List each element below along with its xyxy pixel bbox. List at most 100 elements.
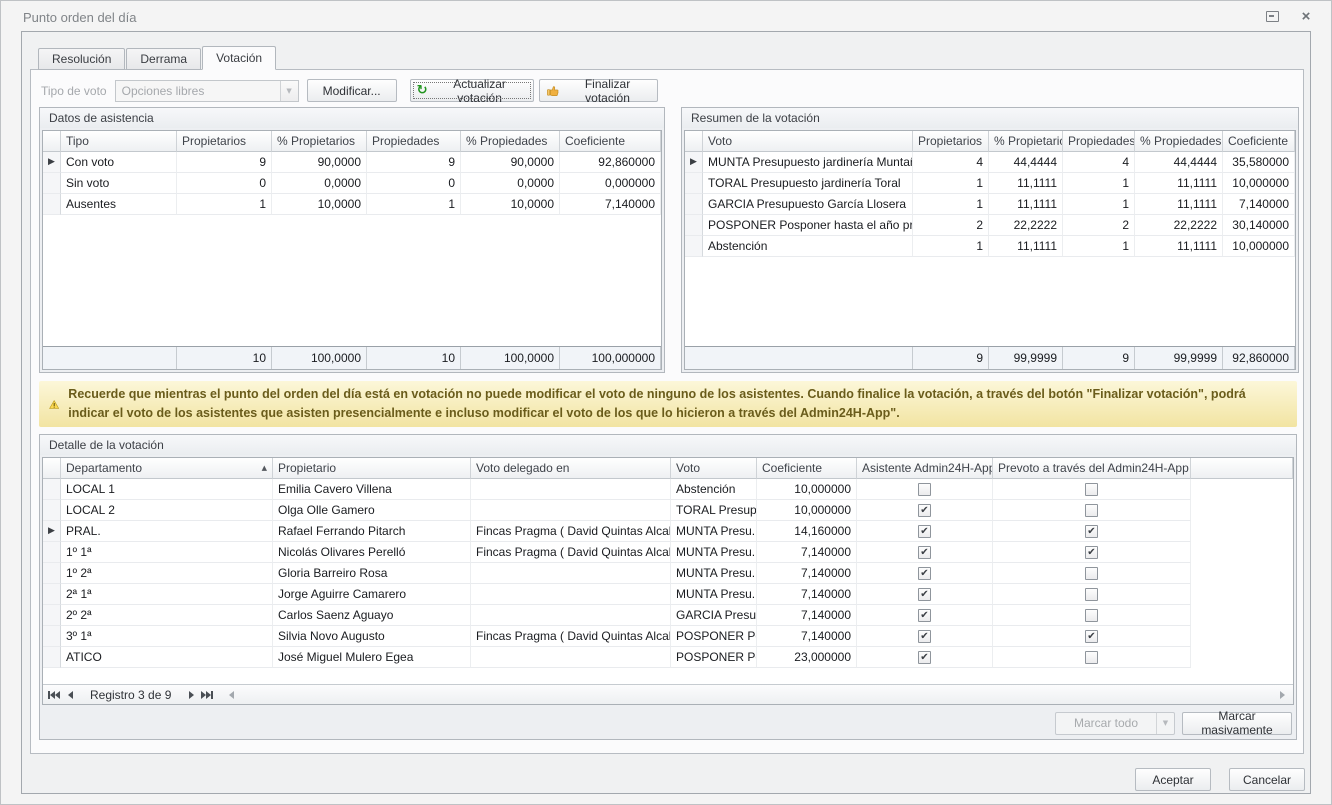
column-header[interactable]: Voto [671, 458, 757, 479]
checkbox-checked[interactable]: ✔ [918, 525, 931, 538]
cell: ✔ [857, 521, 993, 542]
cell: 4 [913, 152, 989, 173]
first-record-button[interactable] [46, 687, 62, 702]
checkbox-unchecked[interactable] [1085, 588, 1098, 601]
checkbox-checked[interactable]: ✔ [918, 588, 931, 601]
resumen-grid-box: VotoPropietarios% PropietariosPropiedade… [684, 130, 1296, 370]
column-header[interactable]: Propietarios [913, 131, 989, 152]
checkbox-checked[interactable]: ✔ [918, 504, 931, 517]
tab-votacion[interactable]: Votación [202, 46, 276, 70]
column-header[interactable]: % Propietarios [989, 131, 1063, 152]
cell [993, 500, 1191, 521]
row-indicator [43, 542, 61, 563]
table-row[interactable]: 1º 2ªGloria Barreiro RosaMUNTA Presu...7… [43, 563, 1293, 584]
checkbox-unchecked[interactable] [918, 483, 931, 496]
cell: 22,2222 [989, 215, 1063, 236]
marcar-masivamente-button[interactable]: Marcar masivamente [1182, 712, 1292, 735]
grid-header-row: TipoPropietarios% PropietariosPropiedade… [43, 131, 661, 152]
column-header[interactable]: Asistente Admin24H-App [857, 458, 993, 479]
cell [471, 500, 671, 521]
cell: Fincas Pragma ( David Quintas Alcalde ) [471, 542, 671, 563]
aceptar-button[interactable]: Aceptar [1135, 768, 1211, 791]
tab-derrama[interactable]: Derrama [126, 48, 201, 70]
table-row[interactable]: ▶PRAL.Rafael Ferrando PitarchFincas Prag… [43, 521, 1293, 542]
column-header[interactable]: Coeficiente [1223, 131, 1295, 152]
checkbox-unchecked[interactable] [1085, 483, 1098, 496]
column-header[interactable]: % Propiedades [1135, 131, 1223, 152]
cell [471, 584, 671, 605]
checkbox-unchecked[interactable] [1085, 567, 1098, 580]
column-header[interactable]: Prevoto a través del Admin24H-App [993, 458, 1191, 479]
column-header[interactable]: Propiedades [1063, 131, 1135, 152]
checkbox-unchecked[interactable] [1085, 651, 1098, 664]
column-header[interactable] [1191, 458, 1293, 479]
checkbox-unchecked[interactable] [1085, 504, 1098, 517]
cancelar-button[interactable]: Cancelar [1229, 768, 1305, 791]
table-row[interactable]: TORAL Presupuesto jardinería Toral111,11… [685, 173, 1295, 194]
cell: 0,0000 [272, 173, 367, 194]
table-row[interactable]: Sin voto00,000000,00000,000000 [43, 173, 661, 194]
column-header[interactable]: Tipo [61, 131, 177, 152]
column-header[interactable]: Coeficiente [757, 458, 857, 479]
checkbox-checked[interactable]: ✔ [918, 651, 931, 664]
close-icon[interactable]: × [1299, 10, 1313, 23]
column-header[interactable]: Voto [703, 131, 913, 152]
row-indicator [43, 626, 61, 647]
checkbox-unchecked[interactable] [1085, 609, 1098, 622]
next-record-button[interactable] [183, 687, 199, 702]
marcar-todo-button[interactable]: Marcar todo ▼ [1055, 712, 1175, 735]
table-row[interactable]: 2º 2ªCarlos Saenz AguayoGARCIA Presu...7… [43, 605, 1293, 626]
checkbox-checked[interactable]: ✔ [1085, 525, 1098, 538]
cell: Rafael Ferrando Pitarch [273, 521, 471, 542]
cell: 2º 2ª [61, 605, 273, 626]
column-header[interactable]: Propietarios [177, 131, 272, 152]
table-row[interactable]: LOCAL 1Emilia Cavero VillenaAbstención10… [43, 479, 1293, 500]
grid-body: ▶MUNTA Presupuesto jardinería Muntañola4… [685, 152, 1295, 346]
tipo-de-voto-combobox[interactable]: Opciones libres ▼ [115, 80, 299, 102]
table-row[interactable]: 3º 1ªSilvia Novo AugustoFincas Pragma ( … [43, 626, 1293, 647]
table-row[interactable]: ▶MUNTA Presupuesto jardinería Muntañola4… [685, 152, 1295, 173]
table-row[interactable]: LOCAL 2Olga Olle GameroTORAL Presup...10… [43, 500, 1293, 521]
detalle-footer-bar: Marcar todo ▼ Marcar masivamente [40, 707, 1296, 739]
cell [993, 479, 1191, 500]
table-row[interactable]: ▶Con voto990,0000990,000092,860000 [43, 152, 661, 173]
table-row[interactable]: Abstención111,1111111,111110,000000 [685, 236, 1295, 257]
table-row[interactable]: POSPONER Posponer hasta el año próximo22… [685, 215, 1295, 236]
checkbox-checked[interactable]: ✔ [1085, 630, 1098, 643]
restore-icon[interactable] [1265, 10, 1279, 23]
checkbox-checked[interactable]: ✔ [918, 567, 931, 580]
column-header[interactable]: Coeficiente [560, 131, 661, 152]
cell: POSPONER Po... [671, 626, 757, 647]
column-header-label: % Propiedades [1140, 134, 1221, 148]
finalizar-votacion-button[interactable]: Finalizar votación [539, 79, 658, 102]
last-record-button[interactable] [199, 687, 215, 702]
column-header[interactable]: % Propiedades [461, 131, 560, 152]
column-header[interactable]: % Propietarios [272, 131, 367, 152]
scroll-left-button[interactable] [223, 687, 239, 702]
checkbox-checked[interactable]: ✔ [1085, 546, 1098, 559]
actualizar-votacion-button[interactable]: ↻ Actualizar votación [410, 79, 534, 102]
column-header[interactable]: Departamento▲ [61, 458, 273, 479]
checkbox-checked[interactable]: ✔ [918, 609, 931, 622]
column-header[interactable]: Propietario [273, 458, 471, 479]
cell [993, 647, 1191, 668]
checkbox-checked[interactable]: ✔ [918, 546, 931, 559]
cell: 11,1111 [1135, 236, 1223, 257]
scroll-right-button[interactable] [1274, 687, 1290, 702]
previous-record-button[interactable] [62, 687, 78, 702]
checkbox-checked[interactable]: ✔ [918, 630, 931, 643]
modificar-button[interactable]: Modificar... [307, 79, 397, 102]
table-row[interactable]: ATICOJosé Miguel Mulero EgeaPOSPONER Po.… [43, 647, 1293, 668]
table-row[interactable]: Ausentes110,0000110,00007,140000 [43, 194, 661, 215]
column-header[interactable]: Propiedades [367, 131, 461, 152]
table-row[interactable]: GARCIA Presupuesto García Llosera111,111… [685, 194, 1295, 215]
cell: MUNTA Presupuesto jardinería Muntañola [703, 152, 913, 173]
row-indicator [685, 194, 703, 215]
tab-resolucion[interactable]: Resolución [38, 48, 125, 70]
column-header[interactable]: Voto delegado en [471, 458, 671, 479]
chevron-down-icon[interactable]: ▼ [1156, 713, 1174, 734]
table-row[interactable]: 1º 1ªNicolás Olivares PerellóFincas Prag… [43, 542, 1293, 563]
row-indicator-header [685, 131, 703, 152]
footer-cell: 10 [177, 347, 272, 369]
table-row[interactable]: 2ª 1ªJorge Aguirre CamareroMUNTA Presu..… [43, 584, 1293, 605]
